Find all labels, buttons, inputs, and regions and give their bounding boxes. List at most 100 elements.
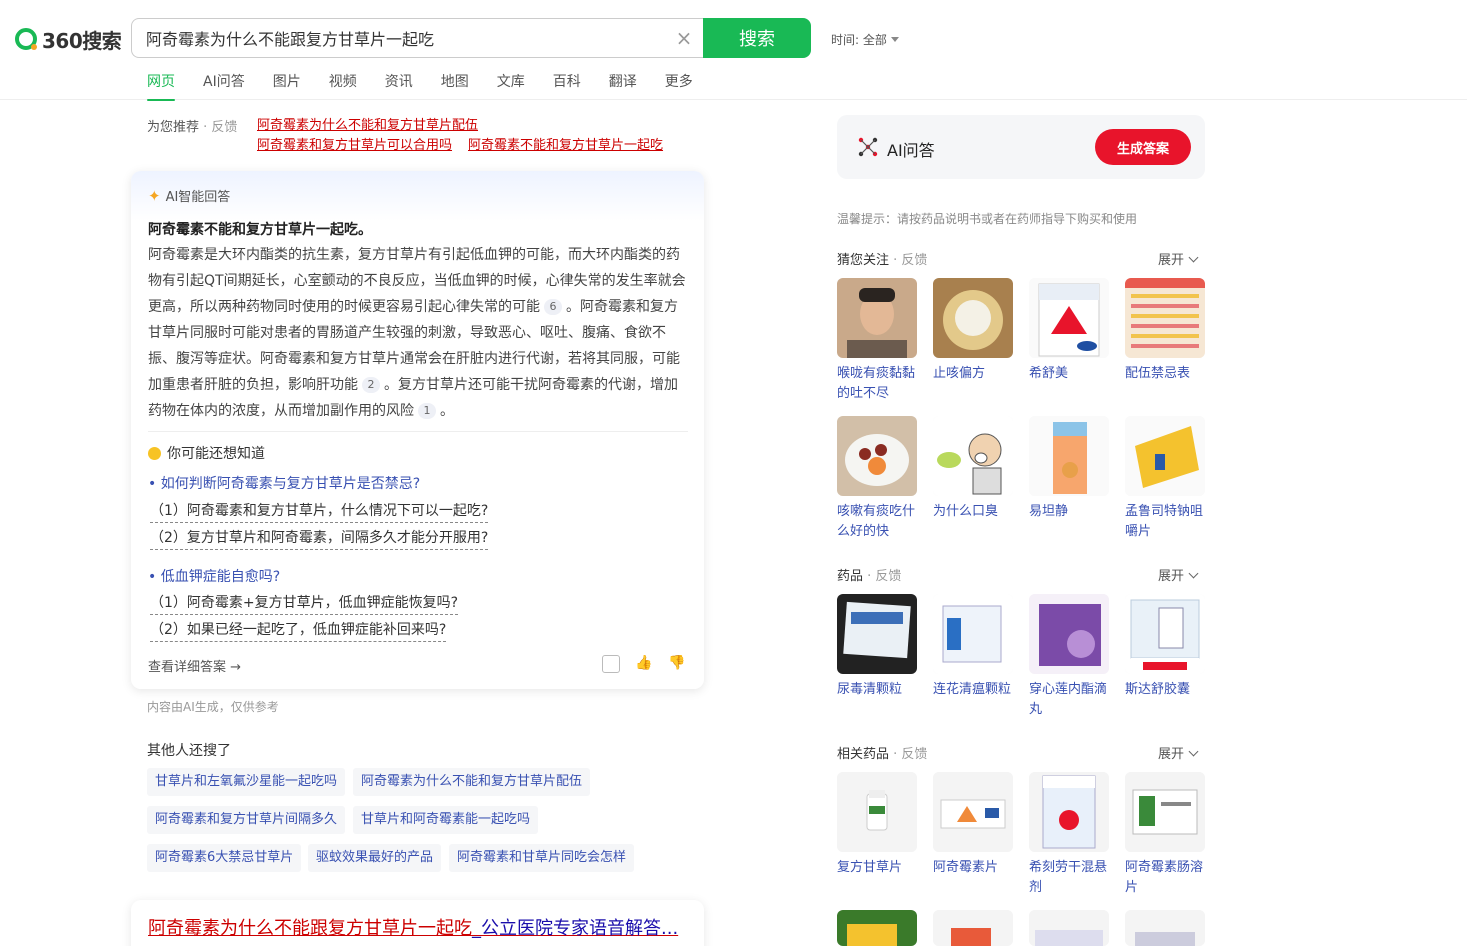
card-item[interactable]: 为什么口臭 xyxy=(933,416,1013,522)
feedback-link[interactable]: · 反馈 xyxy=(893,253,927,268)
tab-more[interactable]: 更多 xyxy=(665,72,693,100)
section-title-text: 相关药品 xyxy=(837,747,890,762)
tab-video[interactable]: 视频 xyxy=(329,72,357,100)
related-search-chip[interactable]: 甘草片和阿奇霉素能一起吃吗 xyxy=(353,806,539,834)
card-item[interactable]: 止咳偏方 xyxy=(933,278,1013,384)
expand-button[interactable]: 展开 xyxy=(1158,565,1199,584)
ai-qa-label: AI问答 xyxy=(887,141,935,160)
card-label: 斯达舒胶囊 xyxy=(1125,682,1191,697)
related-sub-question[interactable]: （2）复方甘草片和阿奇霉素，间隔多久才能分开服用? xyxy=(150,527,489,550)
card-item[interactable]: 复方甘草片 xyxy=(837,772,917,878)
related-search-chip[interactable]: 驱蚊效果最好的产品 xyxy=(308,844,442,872)
citation-badge[interactable]: 2 xyxy=(362,377,380,393)
card-item[interactable]: 孟鲁司特钠咀嚼片 xyxy=(1125,416,1205,542)
section-title-drugs: 药品 · 反馈 xyxy=(837,565,901,584)
card-label: 喉咙有痰黏黏的吐不尽 xyxy=(837,366,916,401)
related-search-chip[interactable]: 阿奇霉素为什么不能和复方甘草片配伍 xyxy=(353,768,591,796)
thumbnail-image xyxy=(1125,594,1205,674)
related-search-chip[interactable]: 阿奇霉素6大禁忌甘草片 xyxy=(147,844,302,872)
feedback-link[interactable]: · 反馈 xyxy=(893,747,927,762)
expand-button[interactable]: 展开 xyxy=(1158,249,1199,268)
thumbnail-image xyxy=(933,278,1013,358)
card-item[interactable]: 希刻劳干混悬剂 xyxy=(1029,772,1109,898)
expand-label: 展开 xyxy=(1158,569,1185,584)
card-item[interactable]: 希舒美 xyxy=(1029,278,1109,384)
logo[interactable]: 360搜索 xyxy=(14,24,122,54)
tab-library[interactable]: 文库 xyxy=(497,72,525,100)
card-item[interactable]: 穿心莲内酯滴丸 xyxy=(1029,594,1109,720)
recommend-link[interactable]: 阿奇霉素为什么不能和复方甘草片配伍 xyxy=(257,116,478,136)
related-search-chip[interactable]: 甘草片和左氧氟沙星能一起吃吗 xyxy=(147,768,346,796)
related-search-chip[interactable]: 阿奇霉素和甘草片同吃会怎样 xyxy=(449,844,635,872)
ai-qa-box: AI问答 生成答案 xyxy=(837,115,1205,179)
tab-news[interactable]: 资讯 xyxy=(385,72,413,100)
clear-icon[interactable]: × xyxy=(674,28,694,48)
result-title-link[interactable]: 阿奇霉素为什么不能跟复方甘草片一起吃_公立医院专家语音解答... xyxy=(148,914,678,940)
logo-text: 360搜索 xyxy=(42,28,122,53)
card-item[interactable]: 阿奇霉素肠溶片 xyxy=(1125,772,1205,898)
tab-baike[interactable]: 百科 xyxy=(553,72,581,100)
related-questions-label: 你可能还想知道 xyxy=(167,446,265,462)
ai-answer-title: 阿奇霉素不能和复方甘草片一起吃。 xyxy=(148,222,372,238)
related-search-chip[interactable]: 阿奇霉素和复方甘草片间隔多久 xyxy=(147,806,346,834)
tab-translate[interactable]: 翻译 xyxy=(609,72,637,100)
tab-images[interactable]: 图片 xyxy=(273,72,301,100)
related-question[interactable]: 如何判断阿奇霉素与复方甘草片是否禁忌? xyxy=(148,473,420,493)
card-item[interactable] xyxy=(1029,910,1109,946)
tab-web[interactable]: 网页 xyxy=(147,72,175,101)
card-item[interactable] xyxy=(1125,910,1205,946)
others-searched-title: 其他人还搜了 xyxy=(147,743,231,759)
card-item[interactable]: 连花清瘟颗粒 xyxy=(933,594,1013,700)
thumbnail-image xyxy=(1125,278,1205,358)
ai-answer-header-label: AI智能回答 xyxy=(165,190,231,205)
card-label: 阿奇霉素片 xyxy=(933,860,999,875)
citation-badge[interactable]: 1 xyxy=(418,403,436,419)
card-item[interactable]: 斯达舒胶囊 xyxy=(1125,594,1205,700)
ai-answer-card: ✦ AI智能回答 阿奇霉素不能和复方甘草片一起吃。 阿奇霉素是大环内酯类的抗生素… xyxy=(131,171,704,689)
card-item[interactable] xyxy=(837,910,917,946)
copy-icon[interactable] xyxy=(602,655,620,673)
thumbnail-image xyxy=(1029,772,1109,852)
thumbnail-image xyxy=(933,416,1013,496)
recommend-feedback[interactable]: · 反馈 xyxy=(203,120,237,135)
card-item[interactable]: 易坦静 xyxy=(1029,416,1109,522)
related-sub-question[interactable]: （1）阿奇霉素和复方甘草片，什么情况下可以一起吃? xyxy=(150,500,489,523)
card-label: 希刻劳干混悬剂 xyxy=(1029,860,1108,895)
related-question[interactable]: 低血钾症能自愈吗? xyxy=(148,566,280,586)
recommend-links: 阿奇霉素为什么不能和复方甘草片配伍 阿奇霉素和复方甘草片可以合用吗 阿奇霉素不能和… xyxy=(257,116,717,156)
feedback-link[interactable]: · 反馈 xyxy=(867,569,901,584)
recommend-link[interactable]: 阿奇霉素和复方甘草片可以合用吗 xyxy=(257,136,452,156)
tab-ai-qa[interactable]: AI问答 xyxy=(203,72,245,100)
time-filter[interactable]: 时间: 全部 xyxy=(831,31,899,48)
thumbs-up-icon[interactable]: 👍 xyxy=(635,655,653,673)
card-label: 咳嗽有痰吃什么好的快 xyxy=(837,504,916,539)
card-item[interactable]: 尿毒清颗粒 xyxy=(837,594,917,700)
header: 360搜索 × 搜索 时间: 全部 网页 AI问答 图片 视频 资讯 地图 文库… xyxy=(0,0,1467,101)
citation-badge[interactable]: 6 xyxy=(544,299,562,315)
expand-button[interactable]: 展开 xyxy=(1158,743,1199,762)
card-item[interactable]: 配伍禁忌表 xyxy=(1125,278,1205,384)
ai-answer-body: 阿奇霉素是大环内酯类的抗生素，复方甘草片有引起低血钾的可能，而大环内酯类的药物有… xyxy=(148,242,690,424)
card-item[interactable]: 喉咙有痰黏黏的吐不尽 xyxy=(837,278,917,404)
thumbnail-image xyxy=(837,594,917,674)
generate-answer-button[interactable]: 生成答案 xyxy=(1095,129,1191,165)
search-button[interactable]: 搜索 xyxy=(703,18,811,58)
card-label: 为什么口臭 xyxy=(933,504,999,519)
search-input[interactable] xyxy=(146,19,666,57)
card-item[interactable] xyxy=(933,910,1013,946)
tab-map[interactable]: 地图 xyxy=(441,72,469,100)
ai-answer-text: 。 xyxy=(440,403,454,419)
thumbnail-image xyxy=(837,910,917,946)
view-detail-link[interactable]: 查看详细答案 → xyxy=(148,656,241,675)
thumbs-down-icon[interactable]: 👎 xyxy=(668,655,686,673)
chevron-down-icon xyxy=(1188,252,1199,263)
card-item[interactable]: 阿奇霉素片 xyxy=(933,772,1013,878)
thumbnail-image xyxy=(933,910,1013,946)
recommend-link[interactable]: 阿奇霉素不能和复方甘草片一起吃 xyxy=(468,136,663,156)
nav-tabs: 网页 AI问答 图片 视频 资讯 地图 文库 百科 翻译 更多 xyxy=(147,72,721,101)
card-item[interactable]: 咳嗽有痰吃什么好的快 xyxy=(837,416,917,542)
thumbnail-image xyxy=(1029,594,1109,674)
related-sub-question[interactable]: （1）阿奇霉素+复方甘草片，低血钾症能恢复吗? xyxy=(150,592,459,615)
thumbnail-image xyxy=(933,772,1013,852)
related-sub-question[interactable]: （2）如果已经一起吃了，低血钾症能补回来吗? xyxy=(150,619,447,642)
